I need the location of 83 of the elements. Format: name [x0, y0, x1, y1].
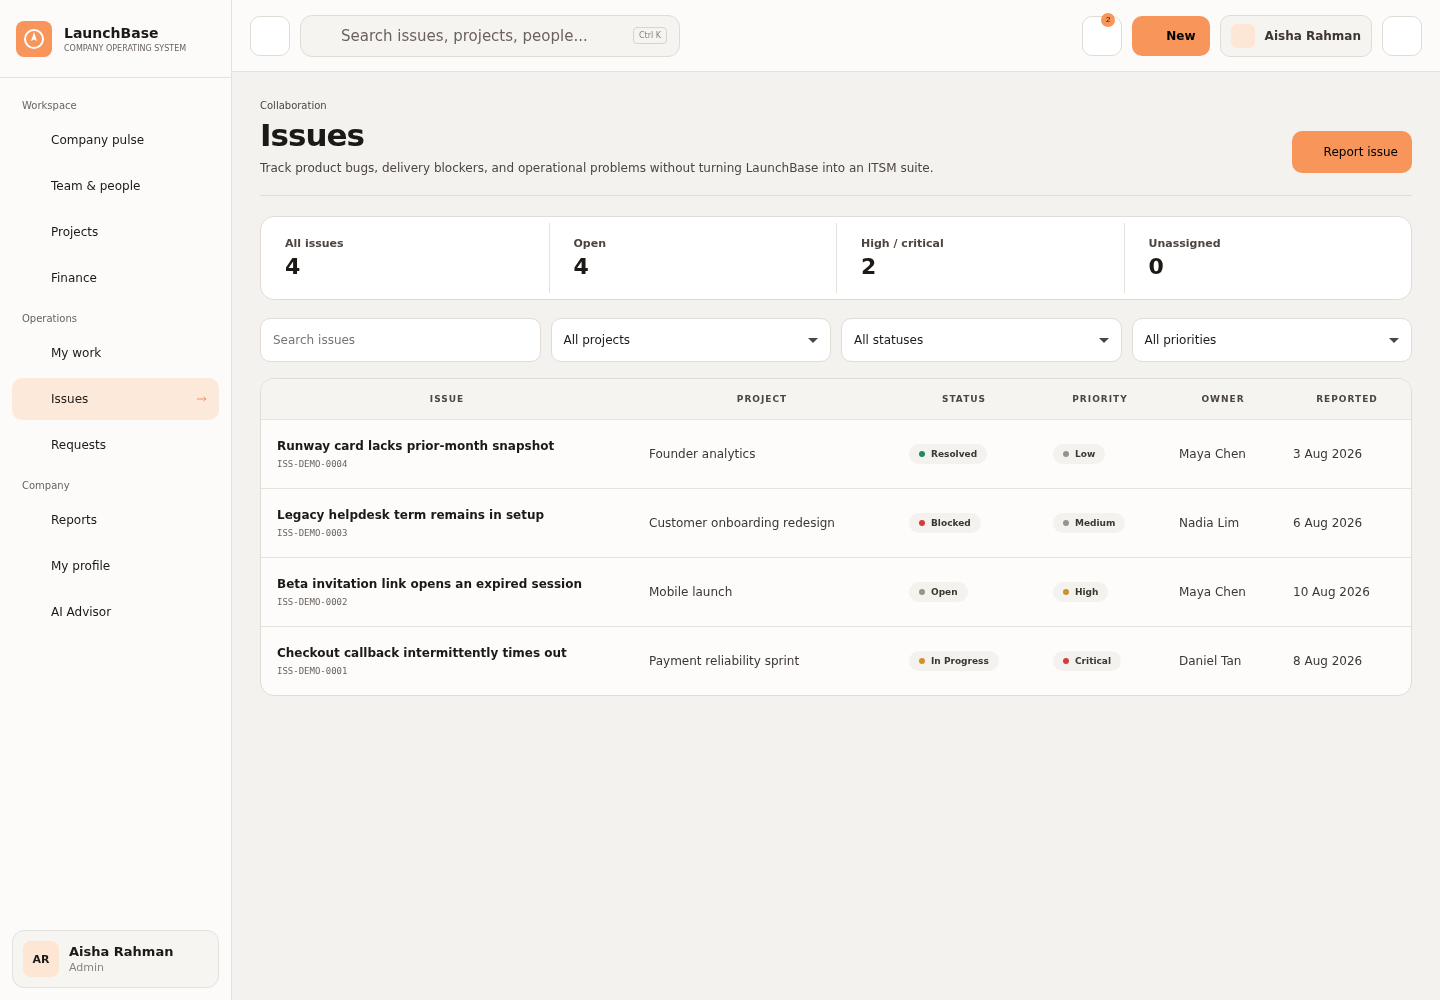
- stat-value: 4: [285, 254, 302, 279]
- table-cell-text: Maya Chen: [1178, 585, 1247, 599]
- column-header: ISSUE: [428, 394, 466, 404]
- table-cell-text: Mobile launch: [648, 585, 734, 599]
- filter-dropdown[interactable]: All statuses: [841, 318, 1122, 362]
- new-button[interactable]: New: [1132, 15, 1210, 56]
- table-cell-text: 8 Aug 2026: [1292, 654, 1364, 668]
- caret-icon: [1098, 337, 1109, 343]
- status-pill: Medium: [1053, 513, 1126, 533]
- stat-value: 4: [573, 254, 590, 279]
- caret-icon: [808, 337, 818, 343]
- issue-title[interactable]: Checkout callback intermittently times out: [261, 646, 633, 660]
- column-header: PROJECT: [735, 394, 789, 404]
- user-card[interactable]: AR Aisha Rahman Admin: [12, 930, 219, 988]
- sidebar-item[interactable]: Projects: [12, 211, 219, 253]
- user-role: Admin: [69, 961, 106, 974]
- table-cell-text: Customer onboarding redesign: [648, 516, 836, 530]
- status-pill: In Progress: [909, 651, 999, 671]
- page-title: Issues: [260, 117, 365, 153]
- shortcut-hint: Ctrl K: [632, 27, 667, 44]
- issue-id: ISS-DEMO-0002: [276, 597, 349, 607]
- issue-title[interactable]: Beta invitation link opens an expired session: [261, 577, 633, 591]
- user-avatar: AR: [23, 941, 59, 977]
- user-avatar: [1230, 23, 1255, 48]
- report-issue-button[interactable]: Report issue: [1291, 131, 1412, 173]
- status-pill: Open: [909, 582, 968, 602]
- stat-label: All issues: [285, 237, 345, 250]
- issue-id: ISS-DEMO-0004: [276, 459, 349, 469]
- status-pill: Blocked: [909, 513, 981, 533]
- table-cell-text: Payment reliability sprint: [648, 654, 801, 668]
- status-pill: Resolved: [909, 444, 988, 464]
- sidebar-item[interactable]: My profile: [12, 545, 219, 587]
- stat-label: Unassigned: [1148, 237, 1222, 250]
- page-description: Track product bugs, delivery blockers, and operational problems without turning LaunchBase into an ITSM suite.: [260, 161, 934, 175]
- stat-value: 2: [861, 254, 878, 279]
- sidebar-item[interactable]: Requests: [12, 424, 219, 466]
- stat-value: 0: [1148, 254, 1165, 279]
- sidebar-item[interactable]: Reports: [12, 499, 219, 541]
- table-cell-text: Maya Chen: [1178, 447, 1247, 461]
- table-cell-text: Founder analytics: [648, 447, 757, 461]
- table-cell-text: 6 Aug 2026: [1292, 516, 1364, 530]
- status-pill: Critical: [1053, 651, 1121, 671]
- nav-section-title: Operations: [21, 312, 78, 326]
- breadcrumb: Collaboration: [260, 100, 328, 111]
- issue-id: ISS-DEMO-0001: [276, 666, 349, 676]
- rocket-logo-icon: [16, 20, 52, 57]
- table-cell-text: 10 Aug 2026: [1292, 585, 1371, 599]
- sidebar-item[interactable]: Company pulse: [12, 119, 219, 161]
- sidebar-item[interactable]: AI Advisor: [12, 591, 219, 633]
- nav-section-title: Workspace: [21, 99, 78, 113]
- sidebar-item[interactable]: Team & people: [12, 165, 219, 207]
- column-header: STATUS: [940, 394, 988, 404]
- stat-label: High / critical: [861, 237, 945, 250]
- notification-badge: 2: [1101, 12, 1116, 27]
- column-header: OWNER: [1200, 394, 1246, 404]
- issue-title[interactable]: Runway card lacks prior-month snapshot: [261, 439, 633, 453]
- brand-name: LaunchBase: [64, 24, 160, 41]
- brand-tagline: COMPANY OPERATING SYSTEM: [64, 43, 187, 53]
- arrow-icon: [197, 396, 207, 402]
- notifications-button[interactable]: 2: [1082, 15, 1123, 56]
- table-cell-text: 3 Aug 2026: [1292, 447, 1364, 461]
- filter-dropdown[interactable]: All projects: [550, 318, 831, 362]
- sidebar-item[interactable]: My work: [12, 332, 219, 374]
- nav-section-title: Company: [21, 479, 71, 493]
- table-cell-text: Daniel Tan: [1178, 654, 1243, 668]
- caret-icon: [1389, 337, 1399, 343]
- column-header: PRIORITY: [1071, 394, 1129, 404]
- issue-id: ISS-DEMO-0003: [276, 528, 349, 538]
- menu-button[interactable]: [250, 15, 290, 56]
- user-name: Aisha Rahman: [69, 944, 174, 959]
- search-field[interactable]: Search issues: [260, 318, 541, 362]
- status-pill: Low: [1053, 444, 1106, 464]
- search-field[interactable]: Search issues, projects, people... Ctrl K: [300, 14, 680, 57]
- status-pill: High: [1053, 582, 1109, 602]
- column-header: REPORTED: [1315, 394, 1379, 404]
- table-cell-text: Nadia Lim: [1178, 516, 1241, 530]
- sidebar-item[interactable]: Finance: [12, 257, 219, 299]
- issue-title[interactable]: Legacy helpdesk term remains in setup: [261, 508, 633, 522]
- settings-button[interactable]: [1382, 15, 1422, 56]
- filter-dropdown[interactable]: All priorities: [1131, 318, 1412, 362]
- sidebar-item[interactable]: Issues: [12, 378, 219, 420]
- user-menu-button[interactable]: Aisha Rahman: [1219, 14, 1372, 57]
- stat-label: Open: [573, 237, 608, 250]
